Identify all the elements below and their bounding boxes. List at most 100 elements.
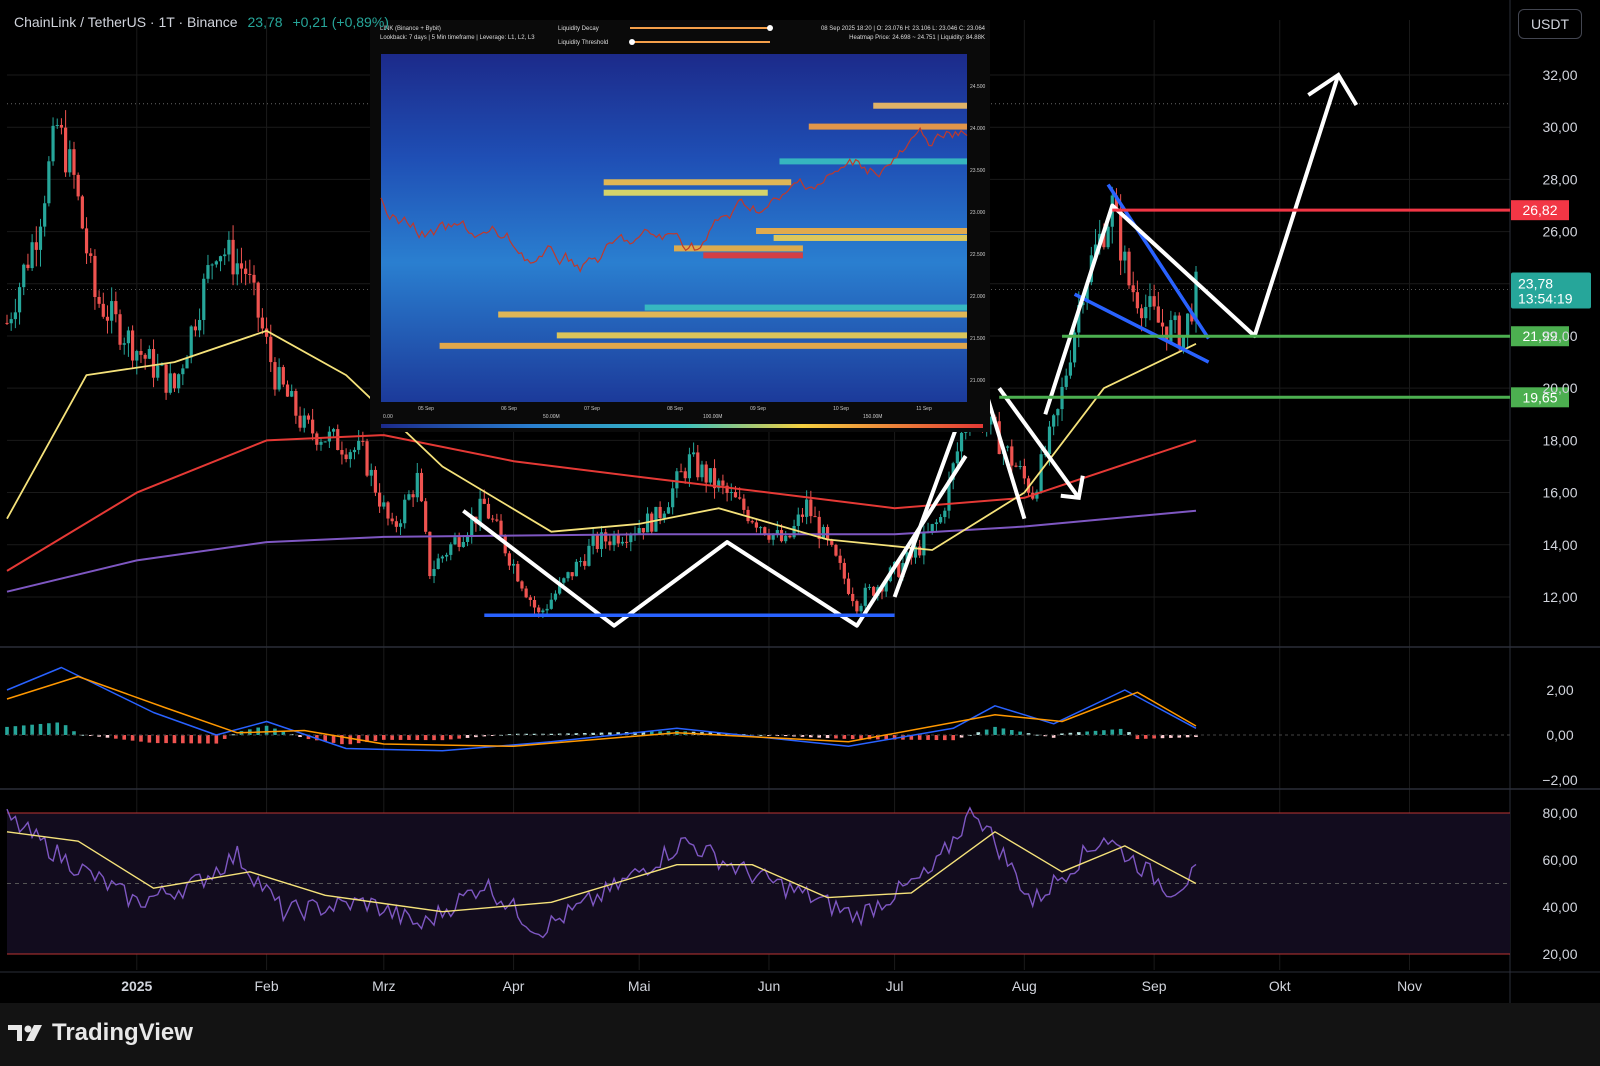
candle-body	[641, 528, 645, 533]
candle	[281, 364, 285, 388]
macd-bar	[390, 735, 394, 740]
candle-body	[319, 441, 323, 445]
candle-body	[1156, 306, 1160, 323]
candle-body	[675, 471, 679, 489]
candle-body	[1131, 285, 1135, 293]
candle-countdown: 13:54:19	[1518, 291, 1573, 307]
inset-legend: LINK (Binance + Bybit)	[380, 26, 441, 32]
candle-body	[549, 599, 553, 609]
tradingview-logo[interactable]: TradingView	[8, 1019, 193, 1047]
candle-body	[805, 499, 809, 517]
candle-body	[223, 254, 227, 257]
candle-body	[1056, 409, 1060, 416]
candle-body	[398, 523, 403, 527]
candle-body	[13, 312, 17, 320]
candle-body	[361, 440, 365, 442]
macd-bar	[783, 735, 788, 737]
candle-body	[1148, 296, 1152, 307]
candle-body	[189, 326, 193, 358]
candle-body	[528, 597, 532, 600]
candle-body	[231, 239, 235, 275]
macd-bar	[348, 735, 353, 745]
candle-body	[428, 531, 432, 577]
currency-button[interactable]: USDT	[1518, 9, 1582, 39]
candle-body	[227, 239, 231, 255]
candle-body	[260, 317, 264, 329]
macd-bar	[206, 735, 210, 744]
candle-body	[516, 563, 520, 582]
candle-body	[1173, 315, 1177, 321]
candle-body	[524, 588, 528, 598]
candle-body	[97, 296, 101, 304]
inset-legend: Lookback: 7 days | 5 Min timeframe | Lev…	[380, 35, 535, 41]
candle-body	[453, 537, 457, 545]
price-axis-tick: 28,00	[1542, 171, 1577, 187]
candle-body	[415, 472, 419, 498]
candle-body	[298, 415, 302, 428]
heatmap-liquidity-band	[644, 304, 967, 311]
macd-bar	[114, 735, 118, 739]
candle-body	[378, 492, 382, 507]
candle-body	[721, 480, 725, 486]
candle-body	[687, 454, 692, 479]
heatmap-y-label: 24.500	[970, 84, 986, 90]
heatmap-y-label: 22.500	[970, 252, 986, 258]
candle-body	[930, 524, 934, 532]
candle-body	[792, 525, 796, 538]
candle-body	[214, 261, 218, 265]
candle-body	[55, 124, 59, 126]
candle-body	[591, 534, 595, 546]
macd-bar	[407, 735, 411, 740]
tradingview-chart[interactable]: 26,8221,9919,6532,0030,0028,0026,0024,00…	[0, 0, 1600, 1003]
candle-body	[181, 368, 185, 375]
candle-body	[754, 522, 759, 528]
brand-name: TradingView	[52, 1019, 193, 1046]
candle-body	[122, 343, 126, 345]
candle-body	[1144, 306, 1148, 319]
macd-bar	[507, 734, 512, 736]
time-axis-label: Nov	[1397, 978, 1422, 994]
candle-body	[625, 541, 629, 543]
heatmap-liquidity-band	[439, 342, 968, 349]
macd-axis-tick: 0,00	[1546, 727, 1573, 743]
candle-body	[520, 581, 524, 589]
candle-body	[1064, 375, 1068, 387]
candle-body	[294, 391, 298, 416]
candle	[47, 156, 51, 207]
candle	[80, 194, 84, 230]
candle	[1127, 248, 1131, 289]
macd-bar	[1093, 730, 1098, 735]
rsi-axis-tick: 40,00	[1542, 899, 1577, 915]
candle-body	[574, 561, 578, 577]
candle-body	[357, 440, 361, 450]
candle-body	[742, 498, 746, 510]
heatmap-liquidity-band	[756, 228, 967, 234]
candle-body	[411, 494, 415, 498]
heatmap-x-label: 08 Sep	[667, 406, 683, 412]
heatmap-liquidity-band	[808, 123, 967, 130]
candle-body	[143, 354, 147, 359]
candle-body	[197, 319, 202, 331]
candle-body	[700, 464, 704, 478]
heatmap-scale-label: 0.00	[383, 414, 393, 420]
heatmap-x-label: 07 Sep	[584, 406, 600, 412]
candle-body	[620, 541, 625, 544]
candle-body	[1022, 465, 1026, 479]
candle-body	[729, 492, 733, 494]
macd-bar	[1102, 730, 1106, 735]
time-axis-label: Sep	[1142, 978, 1167, 994]
heatmap-y-label: 24.000	[970, 126, 986, 132]
macd-bar	[415, 735, 420, 741]
candle-body	[336, 429, 340, 451]
candle-body	[47, 161, 51, 204]
candle-body	[733, 492, 738, 498]
candle-body	[1152, 296, 1156, 307]
heatmap-color-scale	[381, 424, 983, 428]
macd-bar	[1009, 730, 1014, 735]
candle-body	[386, 502, 390, 519]
candle-body	[72, 149, 76, 175]
candle-body	[654, 506, 658, 532]
candle-body	[373, 469, 378, 493]
candle-body	[1177, 315, 1181, 349]
candle-body	[800, 514, 805, 517]
